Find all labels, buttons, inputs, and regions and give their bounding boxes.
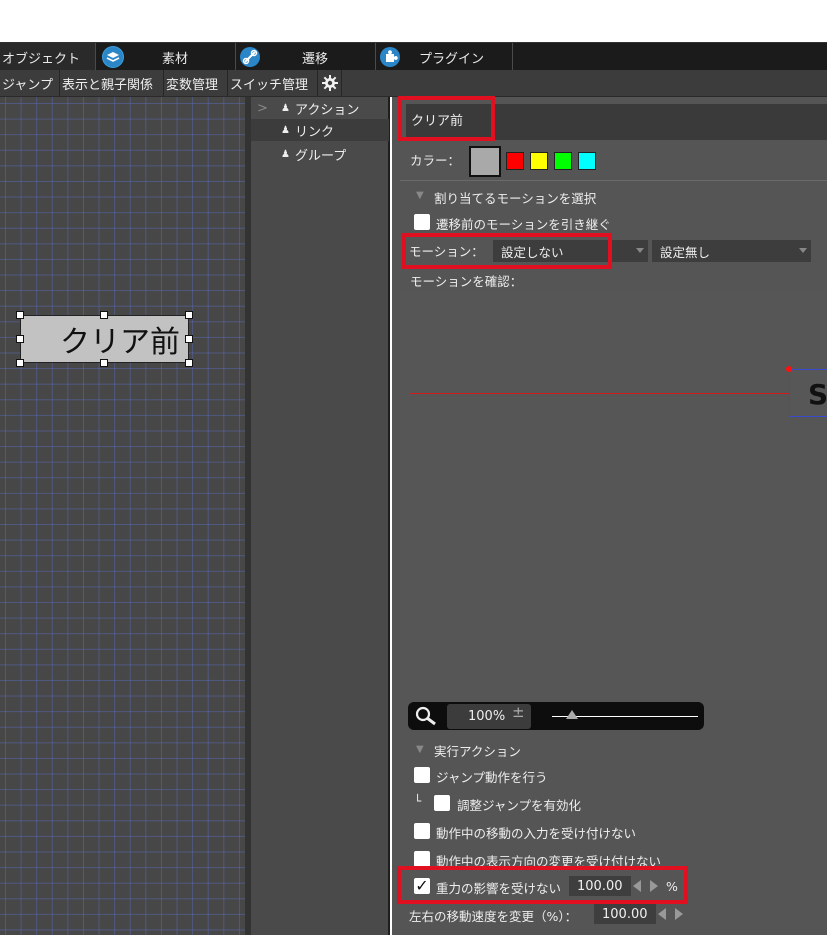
sub-tab-bar: ジャンプ 表示と親子関係 変数管理 スイッチ管理 <box>0 70 827 97</box>
subtab-switches-label: スイッチ管理 <box>230 77 309 93</box>
tab-plugin[interactable]: プラグイン <box>376 43 513 71</box>
puzzle-icon <box>379 46 401 68</box>
subtab-switches[interactable]: スイッチ管理 <box>228 70 318 96</box>
subtab-variables-label: 変数管理 <box>166 77 219 93</box>
adjust-jump-checkbox[interactable] <box>434 795 450 811</box>
color-swatch-red[interactable] <box>506 152 524 170</box>
list-item-label: グループ <box>295 148 347 164</box>
current-color-swatch[interactable] <box>469 146 501 177</box>
preview-origin-dot <box>786 366 792 372</box>
tab-material-label: 素材 <box>162 51 189 67</box>
resize-handle[interactable] <box>185 335 193 343</box>
adjust-jump-label: 調整ジャンプを有効化 <box>457 798 582 813</box>
subtab-jump[interactable]: ジャンプ <box>0 70 60 96</box>
list-item-label: リンク <box>295 124 335 140</box>
speed-label: 左右の移動速度を変更（%）： <box>409 909 578 924</box>
link-icon <box>239 46 261 68</box>
chevron-down-icon <box>799 248 807 253</box>
motion-select-2[interactable]: 設定無し <box>652 240 811 262</box>
preview-object-letter: S <box>808 378 827 411</box>
inherit-motion-label: 遷移前のモーションを引き継ぐ <box>436 217 611 232</box>
decrement-arrow-icon[interactable] <box>658 908 666 920</box>
increment-arrow-icon[interactable] <box>675 908 683 920</box>
action-section-header[interactable]: 実行アクション <box>434 741 521 760</box>
canvas-object[interactable]: クリア前 <box>20 315 189 363</box>
motion-section-header[interactable]: 割り当てるモーションを選択 <box>434 188 596 207</box>
canvas-object-label: クリア前 <box>60 325 180 360</box>
jump-label: ジャンプ動作を行う <box>436 770 548 785</box>
resize-handle[interactable] <box>185 359 193 367</box>
ignore-move-label: 動作中の移動の入力を受け付けない <box>436 826 637 841</box>
list-item-group[interactable]: ♟ グループ <box>251 143 389 165</box>
ignore-move-checkbox[interactable] <box>414 823 430 839</box>
tab-object[interactable]: オブジェクト <box>0 43 96 71</box>
user-icon: ♟ <box>281 102 290 114</box>
user-icon: ♟ <box>281 148 290 160</box>
tab-plugin-label: プラグイン <box>419 51 485 67</box>
tab-object-label: オブジェクト <box>2 51 81 67</box>
zoom-value: 100% <box>468 709 506 724</box>
list-item-link[interactable]: ♟ リンク <box>251 119 389 141</box>
resize-handle[interactable] <box>16 359 24 367</box>
resize-handle[interactable] <box>16 335 24 343</box>
tab-transition[interactable]: 遷移 <box>236 43 376 71</box>
subtab-jump-label: ジャンプ <box>2 77 53 93</box>
resize-handle[interactable] <box>16 311 24 319</box>
ignore-direction-checkbox[interactable] <box>414 851 430 867</box>
tab-transition-label: 遷移 <box>302 51 329 67</box>
zoom-slider-thumb[interactable] <box>566 710 578 719</box>
expand-arrow-icon: > <box>257 100 268 116</box>
color-swatch-yellow[interactable] <box>530 152 548 170</box>
collapse-arrow-icon: ▼ <box>416 744 424 755</box>
subtab-display-parent-label: 表示と親子関係 <box>62 77 154 93</box>
list-item-action[interactable]: > ♟ アクション <box>251 97 389 119</box>
scene-canvas[interactable] <box>0 97 250 935</box>
list-panel: > ♟ アクション ♟ リンク ♟ グループ <box>251 97 390 935</box>
collapse-arrow-icon: ▼ <box>416 190 424 201</box>
inherit-motion-checkbox[interactable] <box>414 214 430 230</box>
motion-select-2-value: 設定無し <box>660 244 711 260</box>
motion-preview[interactable] <box>400 290 827 700</box>
color-swatch-cyan[interactable] <box>578 152 596 170</box>
chevron-down-icon <box>636 248 644 253</box>
subtab-display-parent[interactable]: 表示と親子関係 <box>60 70 164 96</box>
magnifier-icon[interactable] <box>414 705 438 731</box>
highlight-box <box>398 96 495 141</box>
user-icon: ♟ <box>281 124 290 136</box>
divider <box>400 180 827 181</box>
tab-material[interactable]: 素材 <box>96 43 236 71</box>
gear-icon[interactable] <box>318 70 342 96</box>
speed-value-input[interactable]: 100.00 <box>594 904 656 924</box>
preview-object: S <box>789 369 827 417</box>
layers-icon <box>102 46 124 68</box>
preview-baseline <box>410 393 827 394</box>
zoom-stepper-icon[interactable]: ± <box>512 703 525 721</box>
resize-handle[interactable] <box>185 311 193 319</box>
jump-checkbox[interactable] <box>414 767 430 783</box>
color-label: カラー： <box>410 153 461 168</box>
speed-value: 100.00 <box>602 906 648 922</box>
resize-handle[interactable] <box>100 311 108 319</box>
motion-check-label: モーションを確認： <box>410 274 523 289</box>
top-menu-bar: オブジェクト 素材 遷移 プラグイン <box>0 42 827 71</box>
subtab-variables[interactable]: 変数管理 <box>164 70 228 96</box>
highlight-box <box>397 866 688 904</box>
indent-branch: └ <box>414 794 422 808</box>
resize-handle[interactable] <box>100 359 108 367</box>
color-swatch-green[interactable] <box>554 152 572 170</box>
list-item-label: アクション <box>295 102 360 118</box>
highlight-box <box>402 233 612 269</box>
